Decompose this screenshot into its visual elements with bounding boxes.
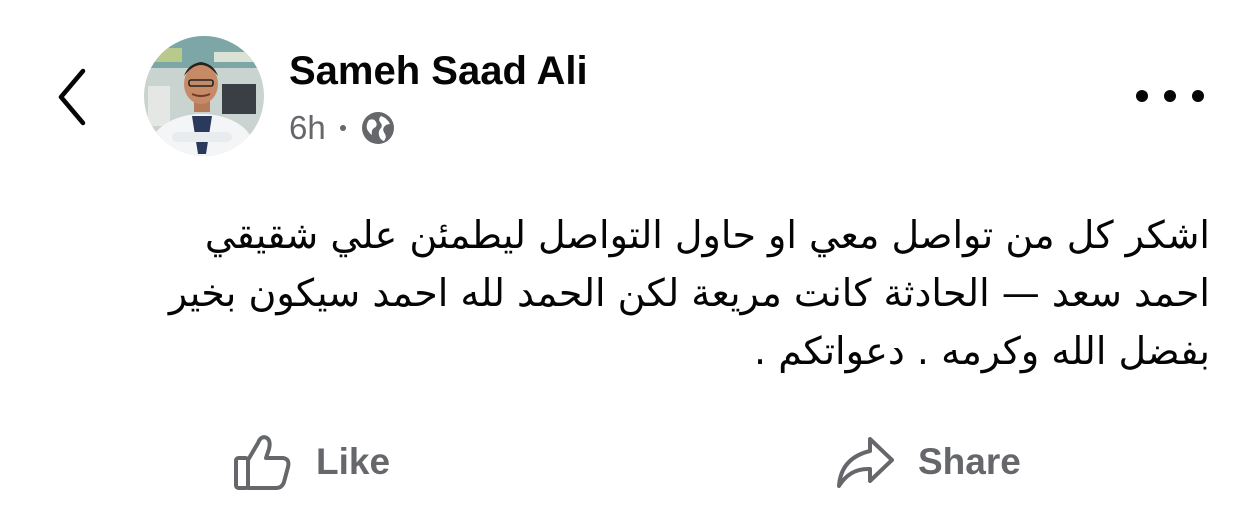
post-text-line: اشكر كل من تواصل معي او حاول التواصل ليط… [204,213,1210,257]
share-label: Share [918,441,1021,482]
post-text-line: احمد سعد — الحادثة كانت مريعة لكن الحمد … [168,271,1210,315]
post-text-line: بفضل الله وكرمه . دعواتكم . [754,329,1210,373]
post-time[interactable]: 6h [289,108,326,148]
like-button[interactable]: Like [232,428,390,496]
post-meta: 6h [289,108,396,148]
globe-icon[interactable] [360,110,396,146]
back-button[interactable] [44,62,100,132]
chevron-left-icon [58,68,86,126]
more-horizontal-icon [1136,90,1148,102]
avatar[interactable] [144,36,264,156]
author-name[interactable]: Sameh Saad Ali [289,46,588,96]
share-button[interactable]: Share [834,428,1021,496]
share-arrow-icon [837,437,894,488]
post-text: اشكر كل من تواصل معي او حاول التواصل ليط… [30,206,1210,380]
separator-dot [339,125,346,131]
like-label: Like [316,441,391,482]
more-options-button[interactable] [1136,80,1204,112]
thumbs-up-icon [234,435,291,490]
